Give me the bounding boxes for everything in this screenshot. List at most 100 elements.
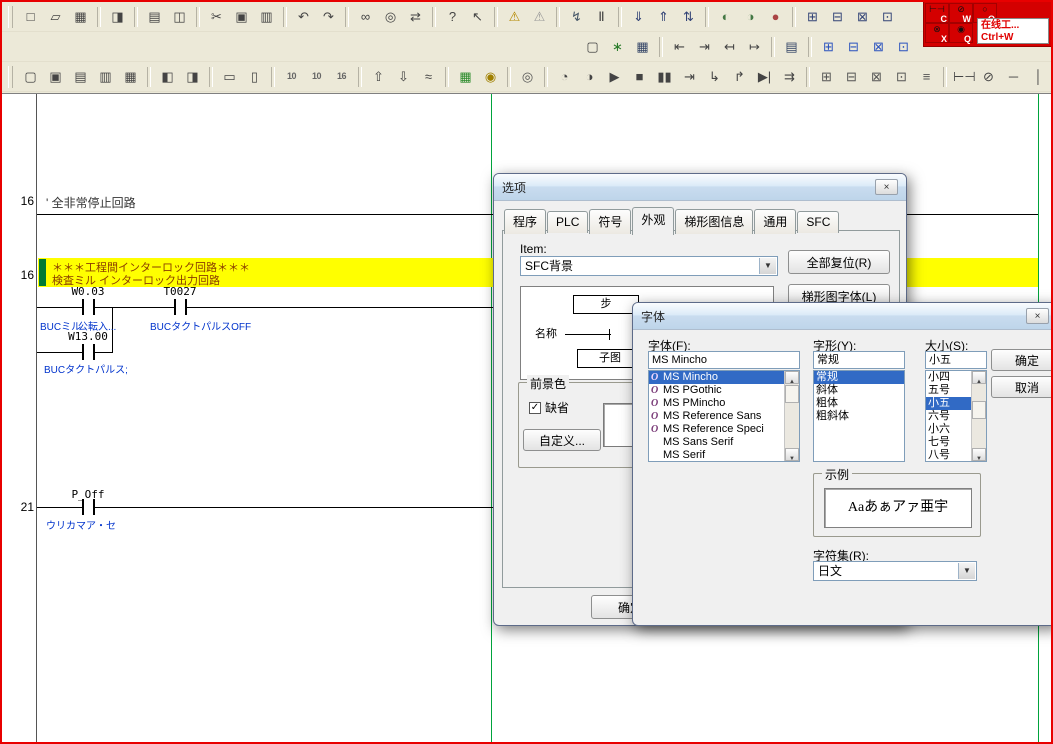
tab-PLC[interactable]: PLC — [547, 211, 588, 233]
print-preview-button[interactable]: ◫ — [168, 5, 191, 28]
chevron-down-icon[interactable] — [958, 563, 975, 579]
context-help-button[interactable]: ↖ — [466, 5, 489, 28]
stop-button[interactable]: ■ — [628, 65, 651, 88]
memory-view-button[interactable]: ⊠ — [867, 35, 890, 58]
help-button[interactable]: ? — [441, 5, 464, 28]
shortcut-key-C[interactable]: ⊢⊣C — [925, 3, 949, 23]
scroll-down-icon[interactable] — [972, 448, 986, 461]
save-button[interactable]: ▦ — [69, 5, 92, 28]
window-grid-3-button[interactable]: ⊠ — [851, 5, 874, 28]
size-list-scrollbar[interactable] — [971, 371, 986, 461]
font-style-list[interactable]: 常规斜体粗体粗斜体 — [813, 370, 905, 462]
insert-closed-contact-button[interactable]: ⊘ — [977, 65, 1000, 88]
window-grid-1-button[interactable]: ⊞ — [801, 5, 824, 28]
list-item-MS Sans Serif[interactable]: MS Sans Serif — [649, 436, 799, 449]
step-out-button[interactable]: ↱ — [728, 65, 751, 88]
compare-with-plc-button[interactable]: ⇅ — [677, 5, 700, 28]
charset-combobox[interactable]: 日文 — [813, 561, 977, 581]
tab-符号[interactable]: 符号 — [589, 209, 631, 234]
toggle-output-window-button[interactable]: ▣ — [44, 65, 67, 88]
cut-button[interactable]: ✂ — [205, 5, 228, 28]
toolbar-handle[interactable] — [8, 6, 13, 28]
toggle-cross-ref-button[interactable]: ▥ — [94, 65, 117, 88]
reset-all-button[interactable]: 全部复位(R) — [788, 250, 890, 274]
window-grid-2-button[interactable]: ⊟ — [826, 5, 849, 28]
tab-通用[interactable]: 通用 — [754, 209, 796, 234]
ladder-view-button[interactable]: ▯ — [243, 65, 266, 88]
monitor-mode-button[interactable]: ◑ — [739, 5, 762, 28]
shortcut-key-Q[interactable]: ◉Q — [949, 23, 973, 43]
copy-button[interactable]: ▣ — [230, 5, 253, 28]
data-trace-button[interactable]: ◎ — [516, 65, 539, 88]
frame-horizontal-button[interactable]: ⊟ — [840, 65, 863, 88]
grid-view-button[interactable]: ▦ — [631, 35, 654, 58]
program-mode-button[interactable]: ● — [764, 5, 787, 28]
scan-run-button[interactable]: ⇉ — [778, 65, 801, 88]
prev-address-button[interactable]: ↤ — [718, 35, 741, 58]
list-item-粗体[interactable]: 粗体 — [814, 397, 904, 410]
scrollbar-thumb[interactable] — [972, 401, 986, 419]
list-item-粗斜体[interactable]: 粗斜体 — [814, 410, 904, 423]
compile-button[interactable]: ⚠ — [503, 5, 526, 28]
differential-monitor-button[interactable]: ◉ — [479, 65, 502, 88]
compile-all-button[interactable]: ⚠ — [528, 5, 551, 28]
list-item-常规[interactable]: 常规 — [814, 371, 904, 384]
monitor-signed-decimal-button[interactable]: 10 — [305, 65, 328, 88]
font-cancel-button[interactable]: 取消 — [991, 376, 1053, 398]
toggle-watch-window-button[interactable]: ▤ — [69, 65, 92, 88]
online-edit-button[interactable]: ∗ — [606, 35, 629, 58]
close-icon[interactable] — [875, 179, 898, 195]
run-mode-button[interactable]: ◐ — [714, 5, 737, 28]
font-size-list[interactable]: 小四五号小五六号小六七号八号 — [925, 370, 987, 462]
force-cancel-button[interactable]: ≈ — [417, 65, 440, 88]
list-item-MS PGothic[interactable]: OMS PGothic — [649, 384, 799, 397]
contact-T0027[interactable] — [174, 299, 187, 315]
toolbar-handle[interactable] — [8, 66, 13, 88]
monitor-hex-button[interactable]: 16 — [330, 65, 353, 88]
next-address-button[interactable]: ↦ — [743, 35, 766, 58]
insert-vertical-line-button[interactable]: │ — [1027, 65, 1050, 88]
view-symbols-button[interactable]: ▢ — [581, 35, 604, 58]
mnemonic-view-button[interactable]: ▭ — [218, 65, 241, 88]
io-table-button[interactable]: ⊞ — [817, 35, 840, 58]
work-online-button[interactable]: ↯ — [565, 5, 588, 28]
contact-W0-03[interactable] — [82, 299, 95, 315]
find-report-button[interactable]: ◨ — [106, 5, 129, 28]
list-item-斜体[interactable]: 斜体 — [814, 384, 904, 397]
tab-程序[interactable]: 程序 — [504, 209, 546, 234]
list-item-MS PMincho[interactable]: OMS PMincho — [649, 397, 799, 410]
toggle-address-window-button[interactable]: ▦ — [119, 65, 142, 88]
font-ok-button[interactable]: 确定 — [991, 349, 1053, 371]
step-run-button[interactable]: ⇥ — [678, 65, 701, 88]
monitor-decimal-button[interactable]: 10 — [280, 65, 303, 88]
custom-color-button[interactable]: 自定义... — [523, 429, 601, 451]
force-off-button[interactable]: ⇩ — [392, 65, 415, 88]
tab-梯形图信息[interactable]: 梯形图信息 — [675, 209, 753, 234]
pause-monitor-button[interactable]: Ⅱ — [590, 5, 613, 28]
continuous-step-button[interactable]: ▶| — [753, 65, 776, 88]
scroll-down-icon[interactable] — [785, 448, 799, 461]
font-name-list[interactable]: OMS MinchoOMS PGothicOMS PMinchoOMS Refe… — [648, 370, 800, 462]
shortcut-key-X[interactable]: ⊗X — [925, 23, 949, 43]
contact-P-Off[interactable] — [82, 499, 95, 515]
zoom-in-button[interactable]: ◧ — [156, 65, 179, 88]
contact-W13-00[interactable] — [82, 344, 95, 360]
list-item-MS Reference Speci[interactable]: OMS Reference Speci — [649, 423, 799, 436]
address-reference-button[interactable]: ▤ — [780, 35, 803, 58]
pause-button[interactable]: ▮▮ — [653, 65, 676, 88]
list-item-MS Mincho[interactable]: OMS Mincho — [649, 371, 799, 384]
toggle-project-window-button[interactable]: ▢ — [19, 65, 42, 88]
font-style-input[interactable]: 常规 — [813, 351, 905, 369]
set-values-button[interactable]: ▦ — [454, 65, 477, 88]
plc-settings-button[interactable]: ⊡ — [892, 35, 915, 58]
time-chart-monitor-button[interactable]: ◑ — [578, 65, 601, 88]
list-item-MS Reference Sans[interactable]: OMS Reference Sans — [649, 410, 799, 423]
frame-all-button[interactable]: ⊞ — [815, 65, 838, 88]
insert-horizontal-line-button[interactable]: ─ — [1002, 65, 1025, 88]
undo-button[interactable]: ↶ — [292, 5, 315, 28]
insert-contact-button[interactable]: ⊢⊣ — [952, 65, 975, 88]
pause-monitoring-button[interactable]: ◔ — [553, 65, 576, 88]
rung-comment[interactable]: ' 全非常停止回路 — [46, 194, 136, 211]
tab-外观[interactable]: 外观 — [632, 207, 674, 235]
find-button[interactable]: ∞ — [354, 5, 377, 28]
